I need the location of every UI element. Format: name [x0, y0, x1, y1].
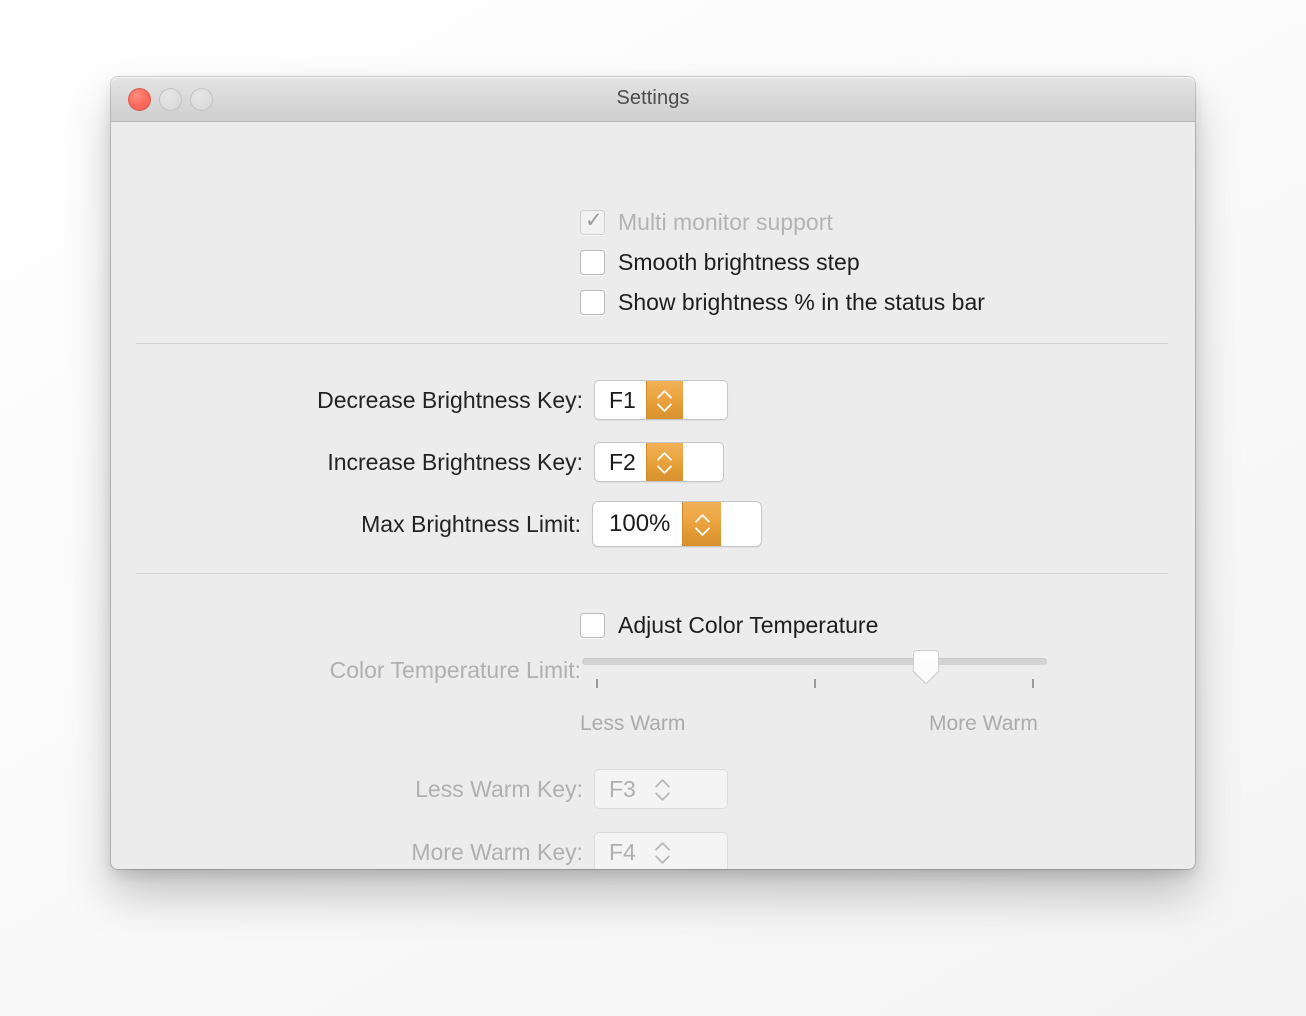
row-less-warm-key: Less Warm Key: F3 — [111, 769, 728, 809]
label-less-warm-key: Less Warm Key: — [415, 775, 583, 802]
slider-label-less-warm: Less Warm — [580, 712, 686, 735]
stepper-arrows-more-warm-key[interactable] — [646, 833, 680, 869]
label-color-temperature-limit: Color Temperature Limit: — [329, 657, 581, 683]
stepper-value-more-warm-key: F4 — [609, 838, 636, 865]
slider-track-color-temperature[interactable] — [582, 658, 1047, 665]
window-title: Settings — [616, 87, 690, 109]
stepper-arrows-less-warm-key[interactable] — [646, 770, 680, 808]
window-titlebar[interactable]: Settings — [111, 77, 1195, 122]
stepper-less-warm-key[interactable]: F3 — [594, 769, 728, 809]
stepper-more-warm-key[interactable]: F4 — [594, 832, 728, 869]
slider-tick-max — [1032, 679, 1034, 688]
slider-tick-min — [596, 679, 598, 688]
slider-tick-mid — [814, 679, 816, 688]
settings-window: Settings ✓ Multi monitor support Smooth … — [111, 77, 1195, 869]
stepper-value-less-warm-key: F3 — [609, 775, 636, 802]
settings-content: ✓ Multi monitor support Smooth brightnes… — [111, 122, 1195, 869]
chevron-down-icon[interactable] — [656, 853, 669, 861]
slider-label-more-warm: More Warm — [929, 712, 1038, 735]
slider-thumb-color-temperature[interactable] — [913, 650, 939, 683]
slider-thumb-body — [913, 650, 939, 671]
row-more-warm-key: More Warm Key: F4 — [111, 832, 728, 869]
color-temperature-limit-slider-row: Color Temperature Limit: Less Warm More … — [111, 122, 1195, 869]
label-more-warm-key: More Warm Key: — [411, 838, 583, 865]
chevron-down-icon[interactable] — [656, 790, 669, 798]
slider-thumb-point — [913, 670, 939, 683]
